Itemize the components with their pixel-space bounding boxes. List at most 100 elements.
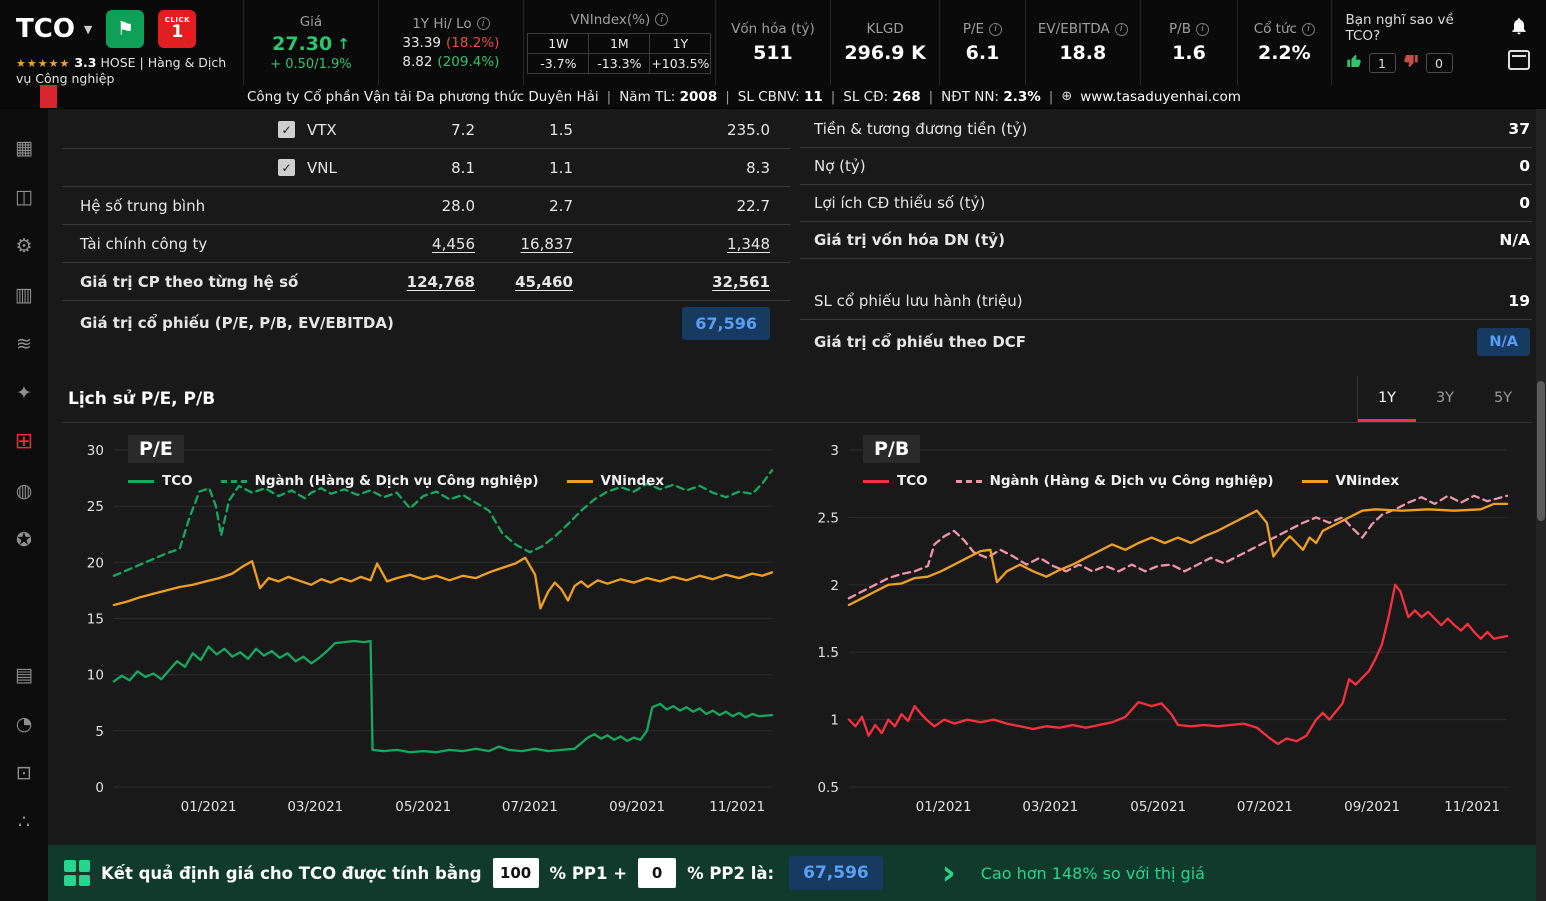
svg-text:5: 5	[95, 724, 104, 740]
peer-pb: 1.1	[475, 159, 573, 177]
left-sidebar: ▦ ◫ ⚙ ▥ ≋ ✦ ⊞ ◍ ✪ ▤ ◔ ⊡ ∴	[0, 109, 48, 901]
sidebar-item-watchlist[interactable]: ✪	[0, 515, 48, 564]
stat-value: 511	[753, 42, 793, 64]
feedback-label: Bạn nghĩ sao về TCO?	[1346, 12, 1484, 44]
table-row-vtx: ✓VTX 7.2 1.5 235.0	[62, 111, 790, 149]
scrollbar-thumb[interactable]	[1537, 381, 1545, 521]
stat-label: P/B	[1169, 21, 1191, 37]
vnindex-table: 1W 1M 1Y -3.7% -13.3% +103.5%	[527, 33, 711, 74]
legend-label: TCO	[897, 473, 928, 489]
value-by-pb[interactable]: 45,460	[475, 273, 573, 291]
fin-bookvalue[interactable]: 16,837	[475, 235, 573, 253]
legend-item[interactable]: VNindex	[567, 473, 665, 489]
stat-pe: P/Ei 6.1	[939, 0, 1024, 85]
oneclick-button[interactable]: CLICK 1	[158, 10, 196, 48]
value-by-ev[interactable]: 32,561	[573, 273, 770, 291]
sidebar-item-valuation[interactable]: ⊞	[0, 417, 48, 466]
notification-bell-icon[interactable]	[1509, 16, 1529, 40]
info-icon[interactable]: i	[1302, 23, 1315, 36]
sidebar-item-peers[interactable]: ◫	[0, 172, 48, 221]
svg-text:25: 25	[87, 499, 104, 515]
footer-result-value: 67,596	[789, 856, 883, 890]
pp1-input[interactable]	[493, 858, 539, 888]
chevron-right-icon[interactable]: ›	[942, 860, 956, 886]
avg-ev: 22.7	[573, 197, 770, 215]
thumb-up-count: 1	[1369, 53, 1396, 73]
stat-label: KLGD	[867, 21, 904, 37]
sidebar-item-reports[interactable]: ▤	[0, 650, 48, 699]
main-content: ✓VTX 7.2 1.5 235.0 ✓VNL 8.1 1.1 8.3 Hệ s…	[48, 109, 1546, 845]
info-icon[interactable]: i	[477, 17, 490, 30]
info-icon[interactable]: i	[655, 13, 668, 26]
auction-button[interactable]: ⚑	[106, 10, 144, 48]
rating-score: 3.3	[74, 55, 96, 70]
report-icon: ▤	[15, 664, 33, 686]
stat-value: 2.2%	[1258, 42, 1311, 64]
chart-legend: TCO Ngành (Hàng & Dịch vụ Công nghiệp) VNi…	[128, 473, 664, 489]
svg-text:11/2021: 11/2021	[1444, 799, 1500, 815]
sidebar-item-news-feed[interactable]: ◍	[0, 466, 48, 515]
field-value: 2008	[680, 89, 718, 105]
metric-value: 37	[1508, 120, 1530, 138]
thumb-up-icon[interactable]	[1346, 53, 1362, 73]
ticker-selector[interactable]: TCO ▼	[16, 14, 92, 44]
svg-text:03/2021: 03/2021	[287, 799, 343, 815]
metric-label: Nợ (tỷ)	[814, 157, 866, 175]
calendar-icon[interactable]	[1508, 50, 1530, 70]
sidebar-item-rating[interactable]: ✦	[0, 368, 48, 417]
sidebar-item-trading[interactable]: ▥	[0, 270, 48, 319]
rating-icon: ✦	[16, 382, 32, 404]
metric-value: N/A	[1499, 231, 1530, 249]
tab-3y[interactable]: 3Y	[1416, 376, 1474, 422]
svg-text:2: 2	[830, 578, 839, 594]
sidebar-item-media[interactable]: ⊡	[0, 748, 48, 797]
vtx-checkbox[interactable]: ✓	[278, 121, 295, 138]
avg-pb: 2.7	[475, 197, 573, 215]
metric-label: Tiền & tương đương tiền (tỷ)	[814, 120, 1027, 138]
legend-item[interactable]: VNindex	[1302, 473, 1400, 489]
share-icon: ∴	[18, 811, 30, 833]
sidebar-item-market[interactable]: ▦	[0, 123, 48, 172]
legend-item[interactable]: Ngành (Hàng & Dịch vụ Công nghiệp)	[956, 473, 1274, 489]
sidebar-item-ownership[interactable]: ◔	[0, 699, 48, 748]
row-label: Tài chính công ty	[80, 235, 207, 253]
thumb-down-icon[interactable]	[1403, 53, 1419, 73]
pp2-input[interactable]	[638, 858, 676, 888]
legend-item[interactable]: TCO	[128, 473, 193, 489]
separator: |	[929, 89, 934, 105]
lo-value: 8.82	[402, 54, 432, 70]
lo-percent: (209.4%)	[437, 54, 499, 70]
company-website-link[interactable]: www.tasaduyenhai.com	[1080, 89, 1241, 105]
vnindex-value-1w: -3.7%	[528, 54, 589, 74]
info-icon[interactable]: i	[1196, 23, 1209, 36]
tab-5y[interactable]: 5Y	[1474, 376, 1532, 422]
legend-item[interactable]: TCO	[863, 473, 928, 489]
period-tabs: 1Y 3Y 5Y	[1357, 376, 1532, 422]
field-label: SL CBNV:	[738, 89, 800, 105]
info-icon[interactable]: i	[989, 23, 1002, 36]
ticker-symbol: TCO	[16, 14, 75, 44]
fin-earnings[interactable]: 4,456	[355, 235, 475, 253]
info-icon[interactable]: i	[1115, 23, 1128, 36]
fin-ebitda[interactable]: 1,348	[573, 235, 770, 253]
stat-volume: KLGD 296.9 K	[830, 0, 939, 85]
field-value: 2.3%	[1003, 89, 1040, 105]
vertical-scrollbar[interactable]	[1536, 109, 1546, 901]
vnl-checkbox[interactable]: ✓	[278, 159, 295, 176]
hi-percent: (18.2%)	[446, 35, 499, 51]
stat-marketcap: Vốn hóa (tỷ) 511	[715, 0, 830, 85]
tab-1y[interactable]: 1Y	[1358, 376, 1416, 422]
sidebar-item-settings[interactable]: ⚙	[0, 221, 48, 270]
value-by-pe[interactable]: 124,768	[355, 273, 475, 291]
svg-text:0.5: 0.5	[817, 780, 838, 796]
legend-swatch	[956, 480, 982, 483]
svg-text:15: 15	[87, 611, 104, 627]
vnindex-column: VNIndex(%)i 1W 1M 1Y -3.7% -13.3% +103.5…	[523, 0, 715, 85]
sidebar-item-financials[interactable]: ≋	[0, 319, 48, 368]
legend-item[interactable]: Ngành (Hàng & Dịch vụ Công nghiệp)	[221, 473, 539, 489]
chart-title: P/B	[863, 435, 920, 463]
metric-row-ev: Giá trị vốn hóa DN (tỷ) N/A	[800, 222, 1532, 259]
sidebar-item-share[interactable]: ∴	[0, 797, 48, 846]
metric-label: SL cổ phiếu lưu hành (triệu)	[814, 292, 1023, 310]
vnindex-value-1m: -13.3%	[589, 54, 650, 74]
